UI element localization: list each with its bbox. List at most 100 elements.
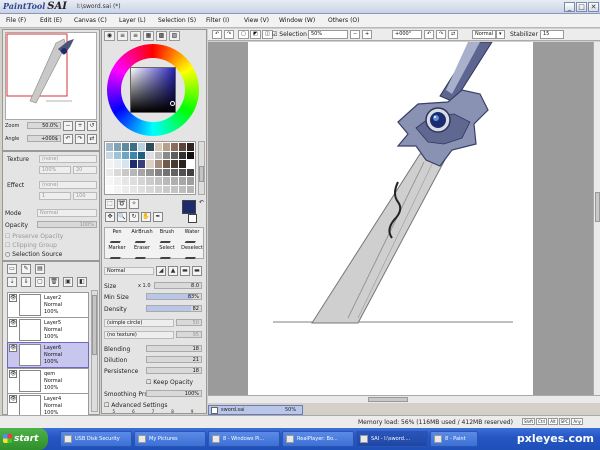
menu-layer[interactable]: Layer (L) (119, 17, 146, 24)
color-swatch[interactable] (154, 143, 162, 151)
color-swatch[interactable] (146, 160, 154, 168)
menu-selection[interactable]: Selection (S) (158, 17, 196, 24)
eye-icon[interactable]: 👁 (9, 319, 17, 327)
color-swatch[interactable] (130, 143, 138, 151)
zoom-tool-icon[interactable]: 🔍 (117, 212, 127, 222)
brush-deselect[interactable]: Deselect (180, 245, 204, 260)
navigator-preview[interactable] (5, 32, 97, 120)
color-swatch[interactable] (162, 143, 170, 151)
start-button[interactable]: start (0, 428, 48, 450)
smoothing-slider[interactable]: 100% (146, 390, 202, 397)
shape-edge-4-icon[interactable]: ▬ (192, 266, 202, 276)
selection-source-radio[interactable]: ○ Selection Source (5, 251, 62, 258)
color-swatch[interactable] (114, 160, 122, 168)
new-folder-icon[interactable]: ▤ (35, 264, 45, 274)
color-swatch[interactable] (178, 177, 186, 185)
layer-row[interactable]: 👁 Layer5 Normal 100% (7, 317, 89, 343)
color-swatch[interactable] (106, 185, 114, 193)
color-swatch[interactable] (114, 143, 122, 151)
color-swatch[interactable] (130, 177, 138, 185)
color-swatch[interactable] (170, 160, 178, 168)
layer-row[interactable]: 👁 qem Normal 100% (7, 368, 89, 394)
flip-button[interactable]: ⇄ (87, 134, 97, 144)
swap-colors-icon[interactable]: ↶ (199, 199, 204, 206)
layer-mask-icon[interactable]: ▣ (63, 277, 73, 287)
color-swatch[interactable] (154, 177, 162, 185)
eye-icon[interactable]: 👁 (9, 294, 17, 302)
color-swatch[interactable] (106, 168, 114, 176)
hand-tool-icon[interactable]: ✋ (141, 212, 151, 222)
color-swatch[interactable] (114, 168, 122, 176)
color-swatch[interactable] (122, 143, 130, 151)
delete-layer-icon[interactable]: 🗑 (49, 277, 59, 287)
canvas-flip[interactable]: ⇄ (448, 30, 459, 39)
close-button[interactable]: ✕ (588, 2, 599, 12)
rotate-right-button[interactable]: ↷ (75, 134, 85, 144)
hsv-slider-tab[interactable]: ≡ (130, 31, 141, 41)
canvas-angle-dropdown[interactable]: +000° (392, 30, 422, 39)
shape-edge-2-icon[interactable]: ▲ (168, 266, 178, 276)
rotate-left-button[interactable]: ↶ (63, 134, 73, 144)
color-swatch[interactable] (106, 151, 114, 159)
shape-edge-1-icon[interactable]: ◢ (156, 266, 166, 276)
shape-edge-3-icon[interactable]: ▬ (180, 266, 190, 276)
zoom-out-button[interactable]: − (63, 121, 73, 131)
lasso-icon[interactable]: ➰ (117, 199, 127, 209)
new-linework-layer-icon[interactable]: ✎ (21, 264, 31, 274)
magic-wand-icon[interactable]: ✧ (129, 199, 139, 209)
new-layer-icon[interactable]: ▭ (7, 264, 17, 274)
eye-icon[interactable]: 👁 (9, 344, 17, 352)
color-swatch[interactable] (146, 143, 154, 151)
color-swatch[interactable] (138, 185, 146, 193)
task-windows-picture-viewer[interactable]: 8 - Windows Pi... (208, 431, 280, 447)
zoom-in-button[interactable]: + (75, 121, 85, 131)
zoom-reset-button[interactable]: ↺ (87, 121, 97, 131)
color-picker-handle[interactable] (170, 101, 175, 106)
texture-strength-slider[interactable]: 95 (176, 331, 202, 338)
canvas-zoom-out[interactable]: − (350, 30, 361, 39)
color-swatch[interactable] (162, 168, 170, 176)
menu-file[interactable]: File (F) (6, 17, 26, 24)
color-swatch[interactable] (162, 160, 170, 168)
selection-toggle[interactable]: ☑ Selection (272, 31, 307, 38)
color-swatch[interactable] (138, 151, 146, 159)
layers-scrollbar[interactable] (91, 290, 98, 412)
color-swatch[interactable] (122, 177, 130, 185)
color-swatch[interactable] (146, 168, 154, 176)
color-swatch[interactable] (122, 151, 130, 159)
size-multiplier[interactable]: x 1.0 (138, 283, 151, 289)
color-swatch[interactable] (154, 185, 162, 193)
color-swatch[interactable] (178, 151, 186, 159)
stabilizer-dropdown[interactable]: 15 (540, 30, 564, 39)
deselect-icon[interactable]: ▢ (238, 30, 249, 39)
color-swatch[interactable] (186, 168, 194, 176)
brush-pen[interactable]: Pen (105, 229, 129, 244)
color-swatch[interactable] (154, 151, 162, 159)
color-swatch[interactable] (186, 143, 194, 151)
color-swatch[interactable] (130, 185, 138, 193)
texture-dropdown[interactable]: (none) (39, 155, 97, 163)
eyedropper-icon[interactable]: ✒ (153, 212, 163, 222)
blend-mode-dropdown[interactable]: Normal (37, 209, 97, 217)
color-swatch[interactable] (106, 143, 114, 151)
rgb-slider-tab[interactable]: ≡ (117, 31, 128, 41)
angle-slider[interactable]: +000$ (27, 135, 61, 142)
color-swatch[interactable] (170, 151, 178, 159)
brush-mode-dropdown[interactable]: Normal (104, 267, 154, 275)
minimize-button[interactable]: _ (564, 2, 575, 12)
color-swatch[interactable] (106, 160, 114, 168)
color-swatch[interactable] (170, 185, 178, 193)
task-realplayer[interactable]: RealPlayer: Bo... (282, 431, 354, 447)
task-my-pictures[interactable]: My Pictures (134, 431, 206, 447)
persistence-slider[interactable]: 18 (146, 367, 202, 374)
density-slider[interactable]: 82 (146, 305, 202, 312)
color-wheel-tab[interactable]: ◉ (104, 31, 115, 41)
brush-brush[interactable]: Brush (155, 229, 179, 244)
color-swatch[interactable] (122, 160, 130, 168)
eye-icon[interactable]: 👁 (9, 370, 17, 378)
zoom-slider[interactable]: 50.0% (27, 122, 61, 129)
clear-layer-icon[interactable]: ▢ (35, 277, 45, 287)
canvas-paper[interactable] (248, 41, 533, 395)
effect-dropdown[interactable]: (none) (39, 181, 97, 189)
secondary-color-swatch[interactable] (188, 214, 197, 223)
